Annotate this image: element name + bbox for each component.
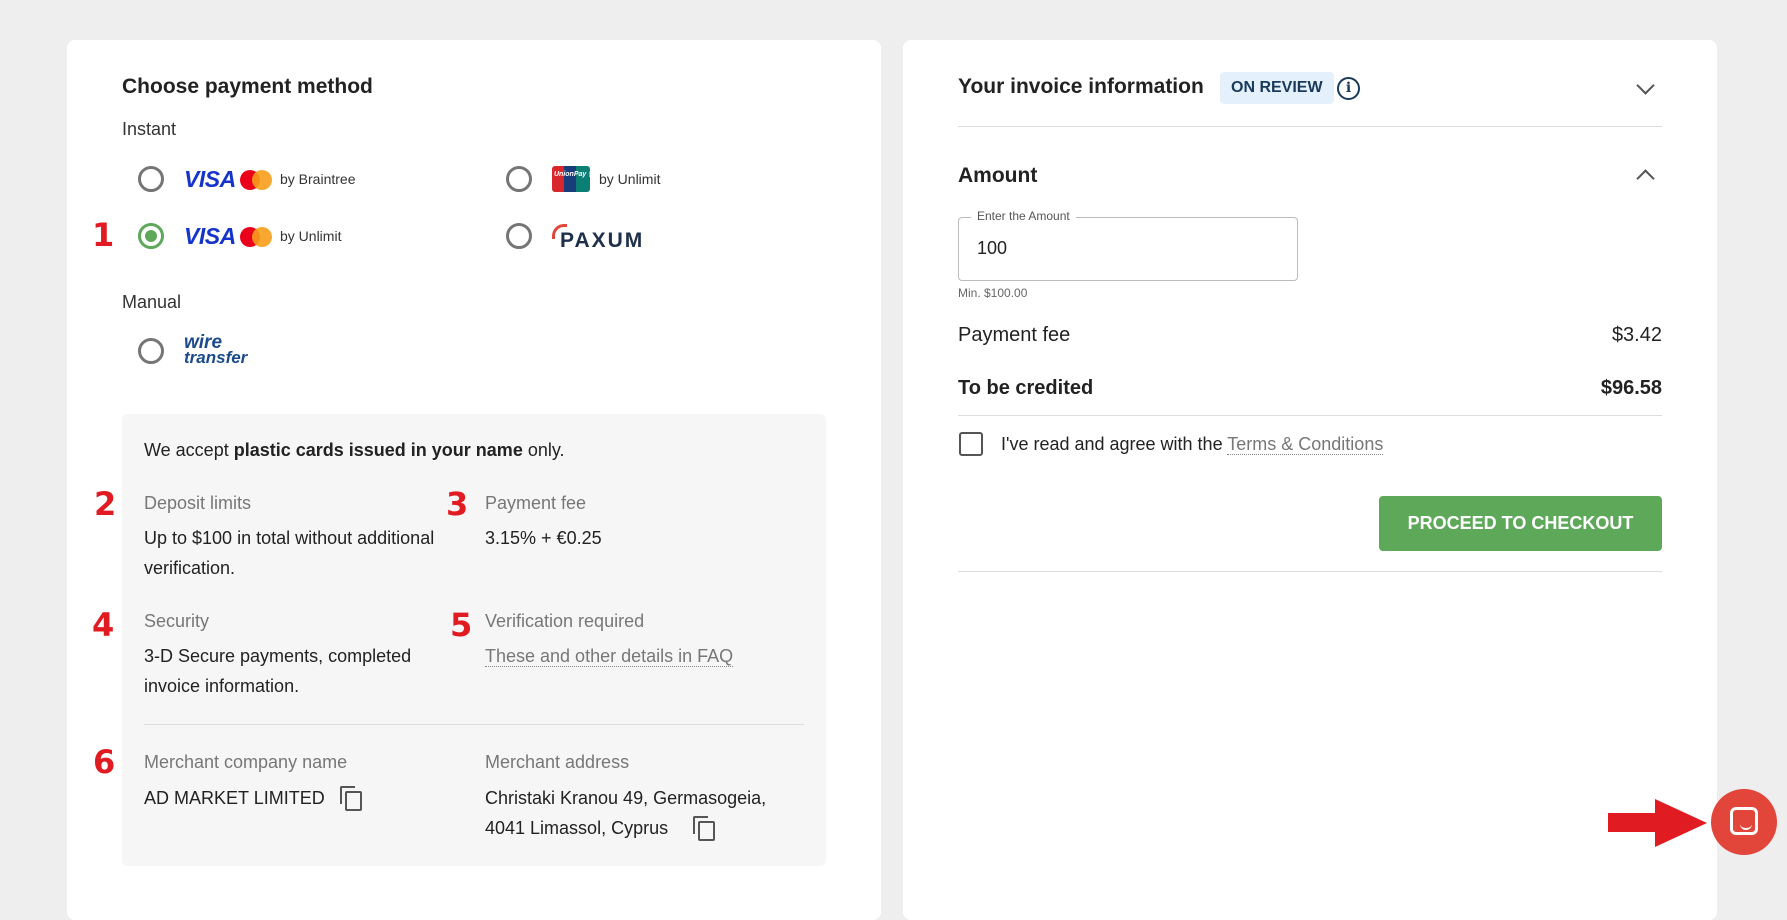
instant-section-label: Instant <box>122 119 177 139</box>
amount-field-label: Enter the Amount <box>971 209 1076 223</box>
wire-transfer-logo: wire transfer <box>184 332 248 367</box>
terms-text: I've read and agree with the Terms & Con… <box>1001 434 1384 455</box>
radio-wire-transfer[interactable] <box>138 338 164 364</box>
amount-input[interactable]: Enter the Amount 100 <box>958 209 1298 281</box>
verification-label: Verification required <box>485 611 645 631</box>
provider-label: by Unlimit <box>280 228 342 244</box>
chat-button[interactable] <box>1711 789 1777 855</box>
terms-checkbox[interactable] <box>959 432 983 456</box>
manual-section-label: Manual <box>122 292 182 312</box>
visa-logo: VISA <box>184 223 236 249</box>
deposit-limits-label: Deposit limits <box>144 493 252 513</box>
paxum-logo: PAXUM <box>560 229 645 252</box>
info-divider <box>144 724 804 725</box>
terms-link[interactable]: Terms & Conditions <box>1227 434 1384 455</box>
radio-visa-braintree[interactable] <box>138 166 164 192</box>
annotation-number: 2 <box>94 485 117 523</box>
radio-paxum[interactable] <box>506 223 532 249</box>
annotation-number: 4 <box>92 606 115 644</box>
radio-visa-unlimit[interactable] <box>138 223 164 249</box>
annotation-arrow-head-icon <box>1655 799 1707 847</box>
provider-label: by Braintree <box>280 171 356 187</box>
annotation-number: 6 <box>93 743 116 781</box>
merchant-address-value: Christaki Kranou 49, Germasogeia, 4041 Li… <box>485 788 767 838</box>
unionpay-logo: UnionPay 银联 <box>552 166 602 192</box>
faq-link[interactable]: These and other details in FAQ <box>485 646 734 667</box>
amount-title: Amount <box>958 164 1038 187</box>
payment-method-title: Choose payment method <box>122 75 373 98</box>
annotation-number: 3 <box>446 485 469 523</box>
deposit-limits-value: Up to $100 in total without additional ve… <box>144 528 435 578</box>
accept-notice: We accept plastic cards issued in your n… <box>144 440 565 460</box>
mastercard-logo <box>240 170 272 190</box>
security-value: 3-D Secure payments, completed invoice in… <box>144 646 412 696</box>
merchant-name-value: AD MARKET LIMITED <box>144 788 325 808</box>
credited-value: $96.58 <box>1600 377 1662 399</box>
visa-logo: VISA <box>184 166 236 192</box>
merchant-name-label: Merchant company name <box>144 752 348 772</box>
security-label: Security <box>144 611 210 631</box>
copy-icon[interactable] <box>340 786 362 811</box>
mastercard-logo <box>240 227 272 247</box>
annotation-number: 1 <box>92 216 115 254</box>
invoice-title: Your invoice information <box>958 75 1204 98</box>
credited-label: To be credited <box>958 377 1094 399</box>
status-badge: ON REVIEW <box>1220 72 1334 104</box>
payment-fee-label: Payment fee <box>485 493 587 513</box>
fee-label: Payment fee <box>958 324 1071 346</box>
chat-icon <box>1730 807 1758 835</box>
info-icon[interactable]: i <box>1337 77 1360 100</box>
annotation-arrow-icon <box>1608 813 1660 832</box>
amount-input-value[interactable]: 100 <box>977 238 1007 259</box>
proceed-to-checkout-button[interactable]: PROCEED TO CHECKOUT <box>1379 496 1662 551</box>
totals-divider <box>958 415 1662 416</box>
payment-fee-value: 3.15% + €0.25 <box>485 528 602 548</box>
provider-label: by Unlimit <box>599 171 661 187</box>
copy-icon[interactable] <box>693 816 715 841</box>
fee-value: $3.42 <box>1611 324 1662 346</box>
header-divider <box>958 126 1662 127</box>
bottom-divider <box>958 571 1662 572</box>
merchant-address-label: Merchant address <box>485 752 630 772</box>
annotation-number: 5 <box>450 606 473 644</box>
radio-unionpay[interactable] <box>506 166 532 192</box>
amount-min-hint: Min. $100.00 <box>958 286 1028 300</box>
